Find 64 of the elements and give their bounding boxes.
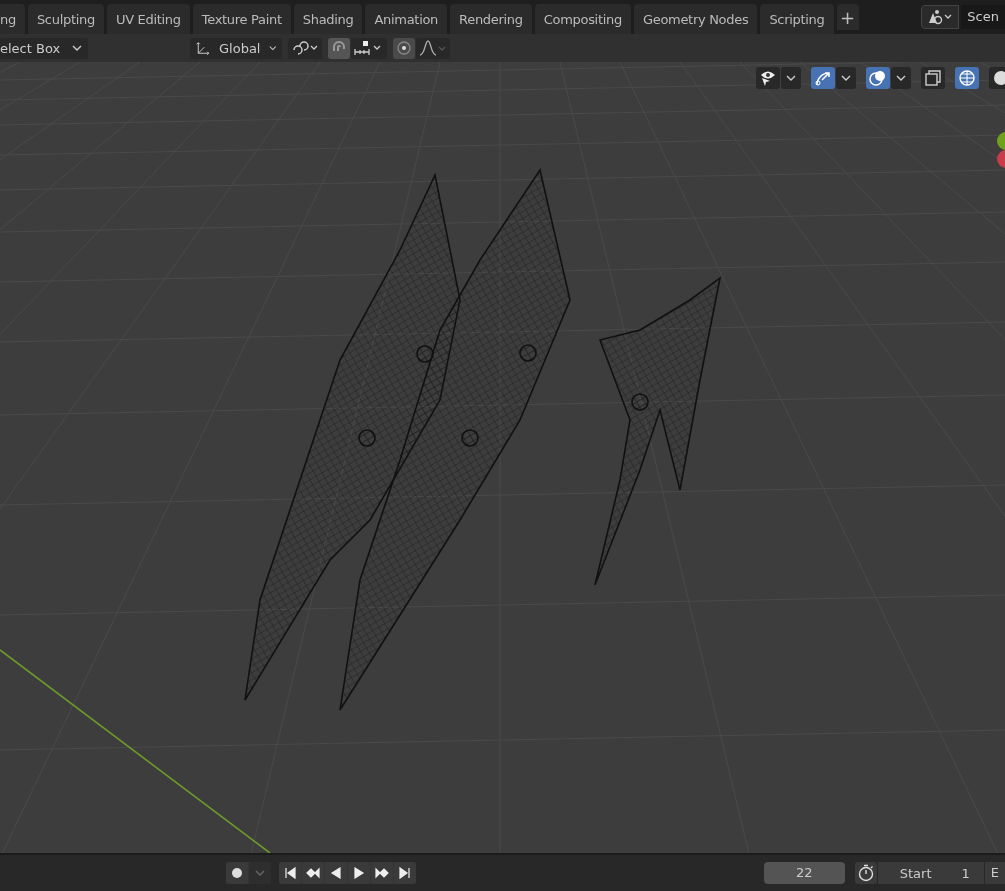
pivot-point-button[interactable] — [288, 37, 322, 59]
workspace-tab[interactable]: Animation — [365, 4, 448, 34]
curve-icon — [418, 39, 448, 57]
overlapping-squares-icon — [923, 69, 943, 87]
select-mode-dropdown[interactable]: elect Box — [0, 37, 88, 59]
scene-selector-button[interactable] — [921, 5, 960, 29]
workspace-tab[interactable]: Scripting — [760, 4, 834, 34]
previous-keyframe-icon — [306, 866, 320, 880]
transform-orientation-dropdown[interactable]: Global — [190, 37, 282, 59]
next-keyframe-icon — [375, 866, 389, 880]
skip-start-icon — [283, 866, 297, 880]
skip-end-icon — [398, 866, 412, 880]
caret-icon — [255, 869, 265, 877]
workspace-tab[interactable]: Shading — [293, 4, 363, 34]
end-frame-field[interactable]: E — [984, 862, 1005, 884]
previous-keyframe-button[interactable] — [302, 862, 324, 884]
start-value: 1 — [961, 865, 970, 881]
wire-globe-icon — [957, 69, 977, 87]
workspace-tab[interactable]: Texture Paint — [192, 4, 291, 34]
add-workspace-button[interactable]: + — [836, 4, 859, 30]
workspace-tab[interactable]: Sculpting — [27, 4, 104, 34]
axes-icon — [196, 39, 211, 57]
play-reverse-button[interactable] — [325, 862, 347, 884]
gizmos-toggle-button[interactable] — [811, 67, 835, 89]
workspace-tab[interactable]: Rendering — [450, 4, 532, 34]
use-preview-range-button[interactable] — [854, 862, 877, 884]
caret-icon — [786, 74, 796, 82]
dropdown-button[interactable] — [781, 67, 801, 89]
falloff-curve-button[interactable] — [416, 37, 450, 59]
record-dot-icon — [231, 867, 243, 879]
visibility-toggle-button[interactable] — [756, 67, 780, 89]
scene-name-field[interactable]: Scen — [961, 5, 1005, 29]
jump-to-end-button[interactable] — [394, 862, 416, 884]
overlapping-circles-icon — [868, 69, 888, 87]
workspace-tab[interactable]: ng — [0, 4, 25, 34]
workspace-tab[interactable]: Geometry Nodes — [633, 4, 758, 34]
stopwatch-icon — [856, 864, 875, 882]
snap-button[interactable] — [328, 37, 350, 59]
dropdown-button[interactable] — [891, 67, 911, 89]
jump-to-start-button[interactable] — [279, 862, 301, 884]
snap-increment-button[interactable] — [351, 37, 387, 59]
dropdown-button[interactable] — [836, 67, 856, 89]
caret-icon — [268, 44, 276, 52]
play-icon — [352, 866, 366, 880]
workspace-tab[interactable]: UV Editing — [106, 4, 190, 34]
arc-arrow-icon — [813, 69, 833, 87]
reverse-triangle-icon — [329, 866, 343, 880]
record-button[interactable] — [226, 862, 248, 884]
current-frame-field[interactable]: 22 — [764, 862, 845, 884]
workspace-tab[interactable]: Compositing — [534, 4, 631, 34]
wireframe-toggle-button[interactable] — [955, 67, 979, 89]
play-button[interactable] — [348, 862, 370, 884]
scene-icon — [927, 9, 954, 25]
proportional-editing-button[interactable] — [393, 37, 415, 59]
overlays-toggle-button[interactable] — [866, 67, 890, 89]
caret-icon — [72, 44, 82, 52]
start-label: Start — [899, 865, 932, 881]
target-circle-icon — [395, 39, 413, 57]
next-keyframe-button[interactable] — [371, 862, 393, 884]
caret-icon — [896, 74, 906, 82]
caret-icon — [841, 74, 851, 82]
start-frame-field[interactable]: Start 1 — [877, 862, 984, 884]
linked-rings-icon — [290, 39, 320, 57]
xray-toggle-button[interactable] — [921, 67, 945, 89]
